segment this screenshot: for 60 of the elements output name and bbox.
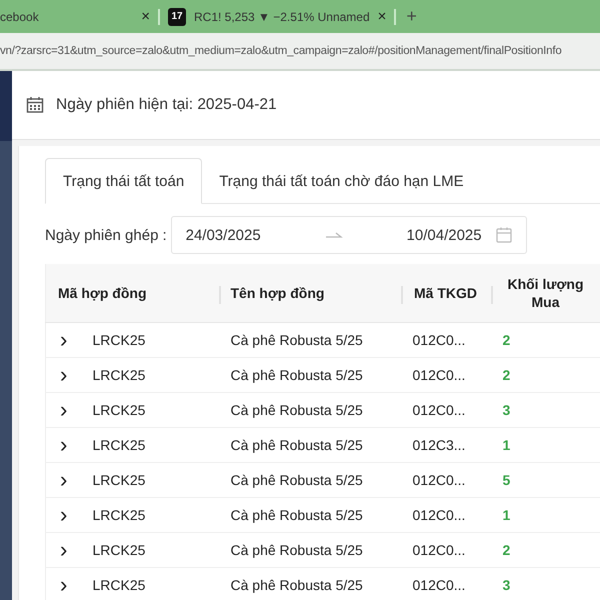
table-cell: Cà phê Robusta 5/25 [218,498,400,532]
table-cell: LRCK25 [80,498,218,532]
session-date: Ngày phiên hiện tại: 2025-04-21 [56,96,277,114]
table-cell: Cà phê Robusta 5/25 [218,322,400,358]
column-header: Tên hợp đồng [218,264,400,322]
table-cell: Cà phê Robusta 5/25 [218,392,400,428]
column-header: Mã TKGD [400,264,490,322]
table-cell: Cà phê Robusta 5/25 [218,462,400,498]
table-cell: LRCK25 [80,462,218,498]
calendar-icon [26,96,44,114]
close-icon[interactable]: × [141,8,150,25]
expand-icon[interactable]: › [60,574,68,596]
table-cell: LRCK25 [80,322,218,358]
table-cell: 5 [490,462,600,498]
table-cell: LRCK25 [80,568,218,600]
table-cell: 1 [490,428,600,462]
table-cell: 2 [490,532,600,568]
table-cell: 2 [490,322,600,358]
table-cell: LRCK25 [80,532,218,568]
table-cell: 012C0... [400,532,490,568]
site-logo: 17 [168,8,186,26]
table-cell: 012C3... [400,428,490,462]
column-header: Khối lượng Mua [490,264,600,322]
date-range-field[interactable]: 24/03/2025 10/04/2025 [170,216,527,254]
new-tab-button[interactable]: + [406,6,417,27]
label-colon: : [162,226,167,244]
table-cell: 012C0... [400,498,490,532]
table-cell: 012C0... [400,322,490,358]
table-cell: 012C0... [400,392,490,428]
tab-title: RC1! 5,253 ▼ −2.51% Unnamed [194,10,370,24]
table-cell: 012C0... [400,462,490,498]
table-cell: LRCK25 [80,358,218,392]
expand-icon[interactable]: › [60,364,68,386]
calendar-icon[interactable] [496,227,512,243]
table-cell: 012C0... [400,358,490,392]
table-cell: 012C0... [400,568,490,600]
table-cell: 3 [490,568,600,600]
expand-icon[interactable]: › [60,504,68,526]
table-cell: Cà phê Robusta 5/25 [218,358,400,392]
expand-icon[interactable]: › [60,469,68,491]
table-cell: 1 [490,498,600,532]
table-cell: LRCK25 [80,428,218,462]
close-icon[interactable]: × [378,8,386,25]
table-cell: 2 [490,358,600,392]
expand-icon[interactable]: › [60,329,68,351]
tab[interactable]: Trạng thái tất toán [45,158,202,204]
browser-tab[interactable]: 17 RC1! 5,253 ▼ −2.51% Unnamed × [160,0,394,33]
table-cell: LRCK25 [80,392,218,428]
table-cell: Cà phê Robusta 5/25 [218,428,400,462]
expand-icon[interactable]: › [60,399,68,421]
browser-tab[interactable]: cebook × [0,0,158,33]
filter-label: Ngày phiên ghép [45,226,158,244]
tab[interactable]: Trạng thái tất toán chờ đáo hạn LME [202,158,481,204]
table-cell: 3 [490,392,600,428]
tab-title: cebook [0,10,39,24]
table-cell: Cà phê Robusta 5/25 [218,568,400,600]
expand-icon[interactable]: › [60,434,68,456]
column-header: Mã hợp đồng [46,264,218,322]
table-cell: Cà phê Robusta 5/25 [218,532,400,568]
expand-icon[interactable]: › [60,539,68,561]
